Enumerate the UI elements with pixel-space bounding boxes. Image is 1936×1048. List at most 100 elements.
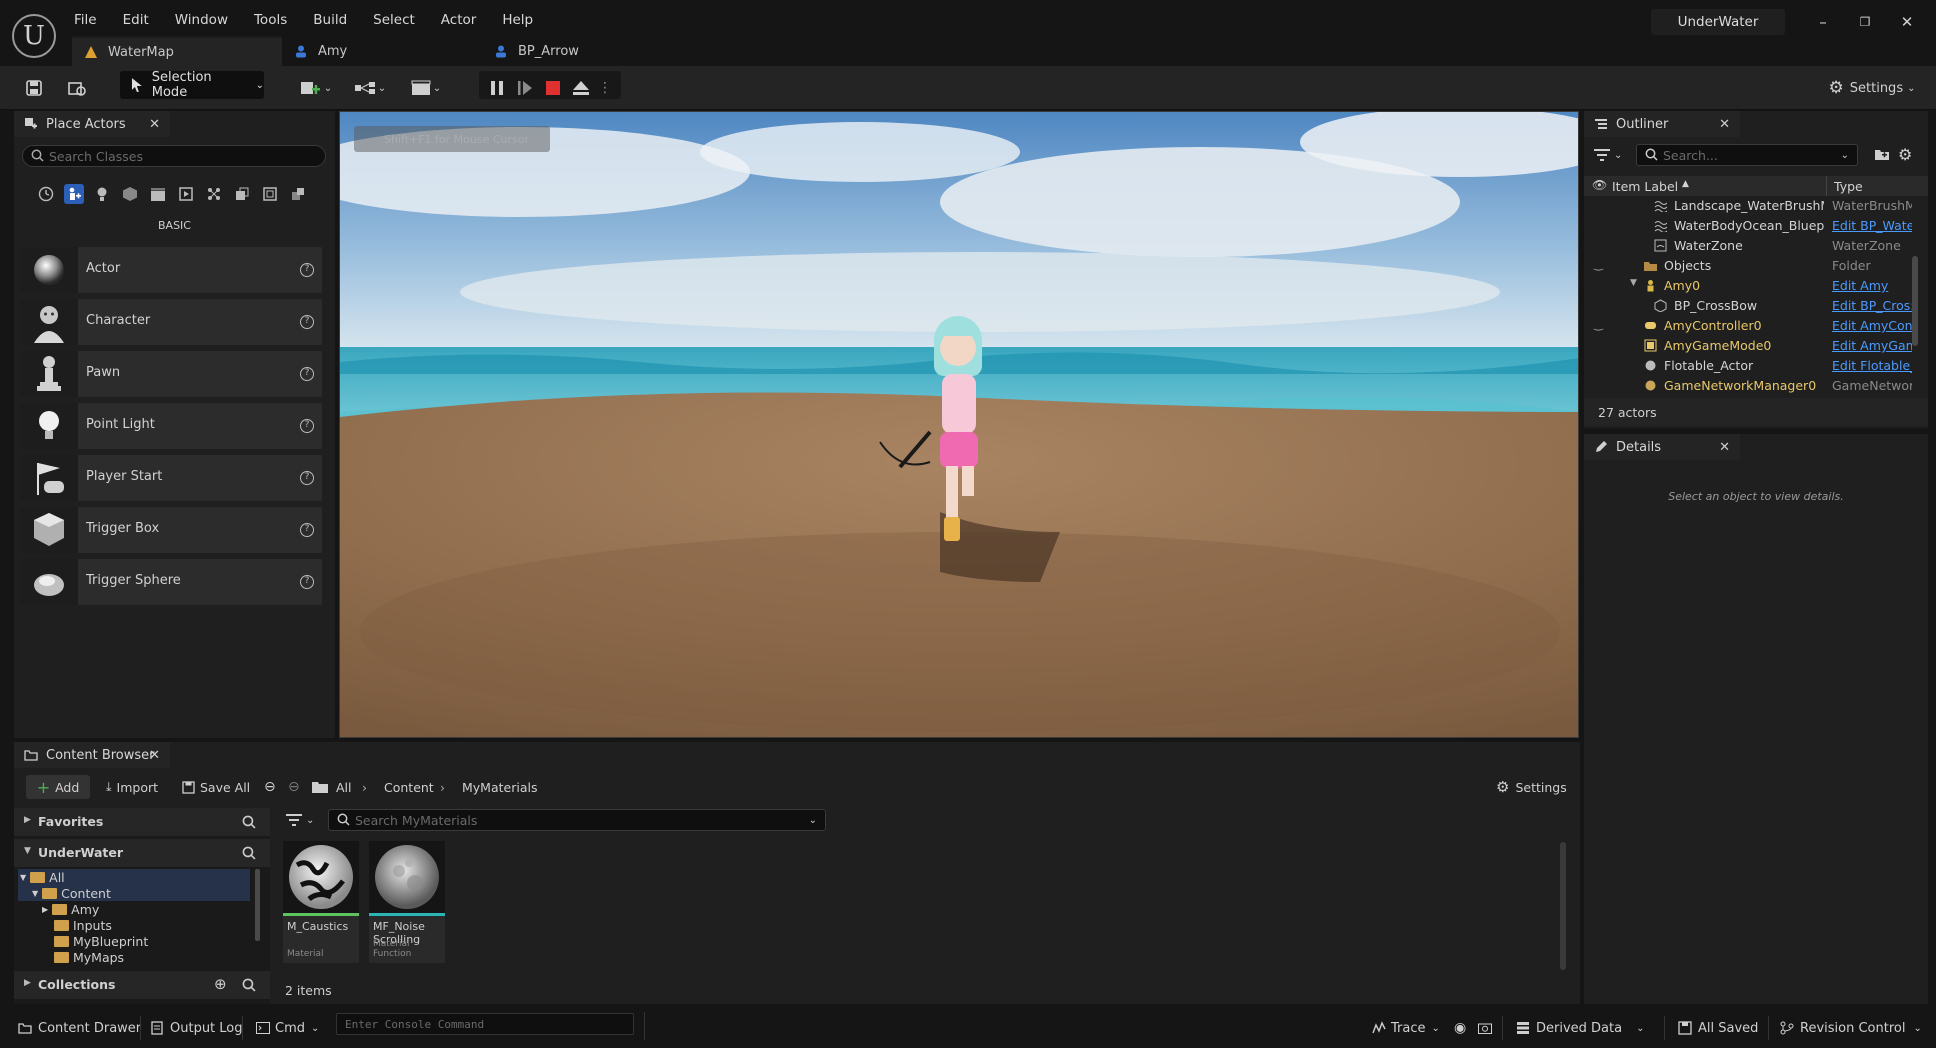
tab-amy[interactable]: Amy — [282, 36, 482, 66]
add-collection-icon[interactable]: ⊕ — [214, 975, 227, 993]
collections-header[interactable]: ▶ Collections ⊕ — [14, 971, 270, 999]
menu-file[interactable]: File — [74, 12, 97, 28]
tab-place-actors[interactable]: Place Actors ✕ — [14, 111, 170, 137]
actor-item-pawn[interactable]: Pawn ? — [20, 351, 322, 397]
asset-filter-icon[interactable]: ⌄ — [286, 810, 322, 830]
cmd-dropdown[interactable]: Cmd ⌄ — [256, 1016, 319, 1040]
help-icon[interactable]: ? — [300, 367, 314, 381]
content-settings-button[interactable]: ⚙ Settings — [1496, 775, 1567, 799]
menu-help[interactable]: Help — [502, 12, 533, 28]
visibility-eye-icon[interactable]: 👁 — [1592, 178, 1607, 192]
tab-watermap[interactable]: WaterMap — [72, 36, 282, 66]
visual-effects-icon[interactable] — [176, 184, 196, 204]
filter-icon[interactable]: ⌄ — [1594, 145, 1624, 165]
breadcrumb-all[interactable]: All — [336, 775, 352, 799]
console-command-input[interactable]: Enter Console Command — [336, 1013, 634, 1035]
close-icon[interactable]: ✕ — [1892, 10, 1922, 34]
help-icon[interactable]: ? — [300, 419, 314, 433]
tab-bp-arrow[interactable]: BP_Arrow — [482, 36, 682, 66]
tab-outliner[interactable]: Outliner ✕ — [1584, 111, 1740, 137]
outliner-row[interactable]: WaterZone WaterZone — [1586, 236, 1928, 256]
extra-category-icon[interactable] — [288, 184, 308, 204]
screenshot-icon[interactable] — [1478, 1016, 1492, 1040]
search-icon[interactable] — [242, 846, 256, 860]
all-saved-indicator[interactable]: All Saved — [1678, 1016, 1758, 1040]
tree-item-myblueprint[interactable]: MyBlueprint — [54, 933, 148, 949]
derived-data-dropdown[interactable]: Derived Data ⌄ — [1516, 1016, 1644, 1040]
asset-tile-m-caustics[interactable]: M_Caustics Material — [283, 841, 359, 963]
tab-details[interactable]: Details ✕ — [1584, 434, 1740, 460]
import-button[interactable]: ⤓ Import — [106, 775, 158, 799]
unreal-logo-icon[interactable]: U — [12, 14, 56, 58]
outliner-row[interactable]: GameNetworkManager0 GameNetwor — [1586, 376, 1928, 396]
volumes-icon[interactable] — [232, 184, 252, 204]
actor-item-trigger-sphere[interactable]: Trigger Sphere ? — [20, 559, 322, 605]
tree-item-inputs[interactable]: Inputs — [54, 917, 112, 933]
restore-icon[interactable]: ❐ — [1850, 10, 1880, 34]
tree-item-amy[interactable]: ▶ Amy — [42, 901, 99, 917]
outliner-row[interactable]: ▼ Amy0 Edit Amy — [1586, 276, 1928, 296]
menu-window[interactable]: Window — [175, 12, 228, 28]
eject-icon[interactable] — [570, 74, 592, 102]
cinematic-icon[interactable] — [148, 184, 168, 204]
tree-item-mymaps[interactable]: MyMaps — [54, 949, 124, 965]
actor-item-trigger-box[interactable]: Trigger Box ? — [20, 507, 322, 553]
trace-dropdown[interactable]: Trace ⌄ — [1372, 1016, 1440, 1040]
close-tab-icon[interactable]: ✕ — [149, 748, 160, 763]
expand-arrow-icon[interactable]: ▼ — [1630, 278, 1637, 288]
outliner-row[interactable]: Landscape_WaterBrushM WaterBrushM — [1586, 196, 1928, 216]
settings-button[interactable]: ⚙ Settings ⌄ — [1822, 74, 1922, 102]
actor-item-actor[interactable]: Actor ? — [20, 247, 322, 293]
search-icon[interactable] — [242, 978, 256, 992]
close-tab-icon[interactable]: ✕ — [1719, 440, 1730, 455]
save-icon[interactable] — [22, 74, 46, 102]
help-icon[interactable]: ? — [300, 471, 314, 485]
all-classes-icon[interactable] — [260, 184, 280, 204]
close-tab-icon[interactable]: ✕ — [149, 117, 160, 132]
outliner-row[interactable]: WaterBodyOcean_Bluepri Edit BP_Wate — [1586, 216, 1928, 236]
help-icon[interactable]: ? — [300, 523, 314, 537]
menu-edit[interactable]: Edit — [123, 12, 149, 28]
gear-icon[interactable]: ⚙ — [1898, 145, 1916, 164]
column-item-label[interactable]: Item Label — [1612, 179, 1678, 194]
outliner-row[interactable]: AmyGameMode0 Edit AmyGam — [1586, 336, 1928, 356]
breadcrumb-content[interactable]: Content — [384, 775, 434, 799]
basic-category-icon[interactable] — [64, 184, 84, 204]
outliner-row[interactable]: ‿ Objects Folder — [1586, 256, 1928, 276]
menu-build[interactable]: Build — [313, 12, 347, 28]
outliner-search-input[interactable]: Search... ⌄ — [1636, 144, 1858, 166]
help-icon[interactable]: ? — [300, 263, 314, 277]
asset-tile-mf-noise-scrolling[interactable]: MF_Noise Scrolling Material Function — [369, 841, 445, 963]
blueprint-button[interactable]: ⌄ — [350, 74, 390, 102]
tree-item-all[interactable]: ▼ All — [20, 869, 65, 885]
visibility-eye-icon[interactable]: ‿ — [1594, 258, 1603, 271]
output-log-button[interactable]: Output Log — [150, 1016, 243, 1040]
search-classes-input[interactable]: Search Classes — [22, 145, 326, 167]
actor-item-character[interactable]: Character ? — [20, 299, 322, 345]
asset-scrollbar[interactable] — [1560, 842, 1566, 970]
search-icon[interactable] — [242, 815, 256, 829]
search-assets-input[interactable]: Search MyMaterials ⌄ — [328, 809, 826, 831]
project-header[interactable]: ▼ UnderWater — [14, 839, 270, 867]
tab-content-browser[interactable]: Content Browser ✕ — [14, 742, 170, 768]
step-icon[interactable] — [514, 74, 536, 102]
breadcrumb-mymaterials[interactable]: MyMaterials — [462, 775, 537, 799]
lights-icon[interactable] — [92, 184, 112, 204]
geometry-icon[interactable] — [204, 184, 224, 204]
add-button[interactable]: + Add — [26, 775, 90, 799]
actor-item-point-light[interactable]: Point Light ? — [20, 403, 322, 449]
shapes-icon[interactable] — [120, 184, 140, 204]
menu-tools[interactable]: Tools — [254, 12, 287, 28]
actor-item-player-start[interactable]: Player Start ? — [20, 455, 322, 501]
recent-icon[interactable] — [36, 184, 56, 204]
menu-select[interactable]: Select — [373, 12, 415, 28]
content-drawer-button[interactable]: Content Drawer — [18, 1016, 141, 1040]
save-all-button[interactable]: Save All — [182, 775, 250, 799]
help-icon[interactable]: ? — [300, 575, 314, 589]
menu-actor[interactable]: Actor — [441, 12, 477, 28]
tree-scrollbar[interactable] — [255, 869, 260, 941]
selection-mode-dropdown[interactable]: Selection Mode ⌄ — [120, 70, 264, 100]
close-tab-icon[interactable]: ✕ — [1719, 117, 1730, 132]
pause-icon[interactable] — [486, 74, 508, 102]
play-options-icon[interactable]: ⋮ — [598, 74, 612, 102]
